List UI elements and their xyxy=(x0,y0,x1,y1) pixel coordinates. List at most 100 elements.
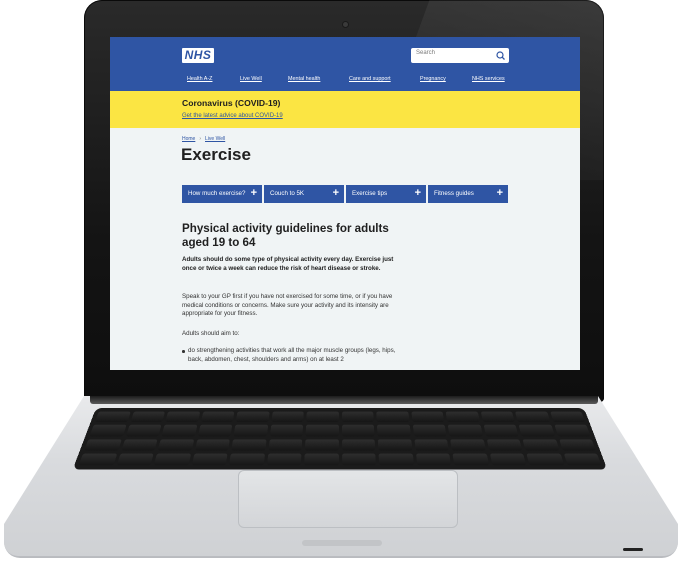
nhs-logo[interactable]: NHS xyxy=(182,48,214,63)
nav-care-and-support[interactable]: Care and support xyxy=(349,76,391,82)
keyboard-key xyxy=(376,411,409,423)
keyboard-key xyxy=(522,438,559,451)
trackpad xyxy=(238,470,458,528)
alert-link[interactable]: Get the latest advice about COVID-19 xyxy=(182,113,283,119)
keyboard-key xyxy=(410,411,445,423)
nav-live-well[interactable]: Live Well xyxy=(240,76,262,82)
body-paragraph: Adults should aim to: xyxy=(182,330,240,337)
plus-icon: + xyxy=(332,187,339,199)
keyboard-key xyxy=(480,411,515,423)
body-paragraph: Speak to your GP first if you have not e… xyxy=(182,293,393,317)
keyboard-key xyxy=(450,438,486,451)
keyboard-key xyxy=(376,424,411,436)
keyboard xyxy=(72,408,608,470)
tab-label: Fitness guides xyxy=(434,190,474,197)
nav-pregnancy[interactable]: Pregnancy xyxy=(420,76,446,82)
keyboard-key xyxy=(194,438,230,451)
list-item-text: do strengthening activities that work al… xyxy=(188,347,396,363)
list-item: do strengthening activities that work al… xyxy=(182,347,408,364)
breadcrumb-live-well[interactable]: Live Well xyxy=(205,136,225,142)
keyboard-key xyxy=(304,438,339,451)
tab-exercise-tips[interactable]: Exercise tips + xyxy=(346,185,426,203)
keyboard-key xyxy=(377,438,412,451)
keyboard-key xyxy=(231,438,267,451)
main-nav: Health A-Z Live Well Mental health Care … xyxy=(110,76,580,86)
keyboard-key xyxy=(413,438,449,451)
keyboard-key xyxy=(191,453,228,466)
keyboard-key xyxy=(486,438,523,451)
keyboard-key xyxy=(447,424,483,436)
section-heading: Physical activity guidelines for adults … xyxy=(182,222,389,249)
keyboard-key xyxy=(129,411,166,423)
tab-how-much-exercise[interactable]: How much exercise? + xyxy=(182,185,262,203)
bullet-icon xyxy=(182,350,185,353)
tab-couch-to-5k[interactable]: Couch to 5K + xyxy=(264,185,344,203)
plus-icon: + xyxy=(250,187,257,199)
nav-health-a-z[interactable]: Health A-Z xyxy=(187,76,212,82)
lid-opening-notch xyxy=(302,540,382,546)
keyboard-key xyxy=(554,424,591,436)
keyboard-key xyxy=(483,424,519,436)
keyboard-key xyxy=(452,453,489,466)
site-header: NHS Search Health A-Z Live Well Mental h… xyxy=(110,37,580,91)
screen: NHS Search Health A-Z Live Well Mental h… xyxy=(110,37,580,370)
keyboard-key xyxy=(116,453,154,466)
keyboard-key xyxy=(306,411,339,423)
keyboard-key xyxy=(271,411,304,423)
keyboard-key xyxy=(412,424,447,436)
keyboard-key xyxy=(526,453,564,466)
keyboard-key xyxy=(161,424,197,436)
tab-label: Exercise tips xyxy=(352,190,388,197)
keyboard-key xyxy=(125,424,162,436)
tab-label: Couch to 5K xyxy=(270,190,305,197)
keyboard-key xyxy=(445,411,480,423)
keyboard-key xyxy=(304,453,339,466)
keyboard-key xyxy=(563,453,602,466)
webcam xyxy=(343,22,348,27)
keyboard-key xyxy=(549,411,586,423)
topic-tabs: How much exercise? + Couch to 5K + Exerc… xyxy=(182,185,508,203)
keyboard-key xyxy=(89,424,126,436)
breadcrumb-separator: › xyxy=(199,136,202,142)
keyboard-key xyxy=(518,424,555,436)
keyboard-key xyxy=(269,424,304,436)
keyboard-key xyxy=(197,424,233,436)
search-placeholder: Search xyxy=(416,50,436,56)
plus-icon: + xyxy=(414,187,421,199)
lead-paragraph: Adults should do some type of physical a… xyxy=(182,256,394,272)
search-input[interactable]: Search xyxy=(411,48,509,63)
keyboard-key xyxy=(268,438,303,451)
sleep-indicator xyxy=(623,548,643,551)
keyboard-key xyxy=(228,453,265,466)
keyboard-key xyxy=(558,438,596,451)
keyboard-key xyxy=(233,424,268,436)
keyboard-key xyxy=(200,411,235,423)
tab-fitness-guides[interactable]: Fitness guides + xyxy=(428,185,508,203)
keyboard-key xyxy=(157,438,194,451)
keyboard-key xyxy=(266,453,302,466)
search-icon[interactable] xyxy=(494,49,507,62)
keyboard-key xyxy=(305,424,339,436)
tab-label: How much exercise? xyxy=(188,190,246,197)
keyboard-key xyxy=(165,411,200,423)
keyboard-key xyxy=(94,411,131,423)
nav-mental-health[interactable]: Mental health xyxy=(288,76,320,82)
alert-title: Coronavirus (COVID-19) xyxy=(182,98,281,108)
keyboard-key xyxy=(341,438,376,451)
keyboard-key xyxy=(514,411,551,423)
keyboard-key xyxy=(341,424,375,436)
keyboard-key xyxy=(153,453,191,466)
keyboard-key xyxy=(415,453,452,466)
breadcrumb: Home › Live Well xyxy=(182,136,225,142)
laptop-hinge xyxy=(90,396,598,404)
plus-icon: + xyxy=(496,187,503,199)
keyboard-key xyxy=(121,438,158,451)
breadcrumb-home[interactable]: Home xyxy=(182,136,195,142)
nav-nhs-services[interactable]: NHS services xyxy=(472,76,505,82)
keyboard-key xyxy=(78,453,117,466)
covid-alert-banner: Coronavirus (COVID-19) Get the latest ad… xyxy=(110,91,580,128)
page-title: Exercise xyxy=(181,145,251,164)
keyboard-key xyxy=(235,411,270,423)
keyboard-key xyxy=(341,411,374,423)
keyboard-key xyxy=(378,453,414,466)
